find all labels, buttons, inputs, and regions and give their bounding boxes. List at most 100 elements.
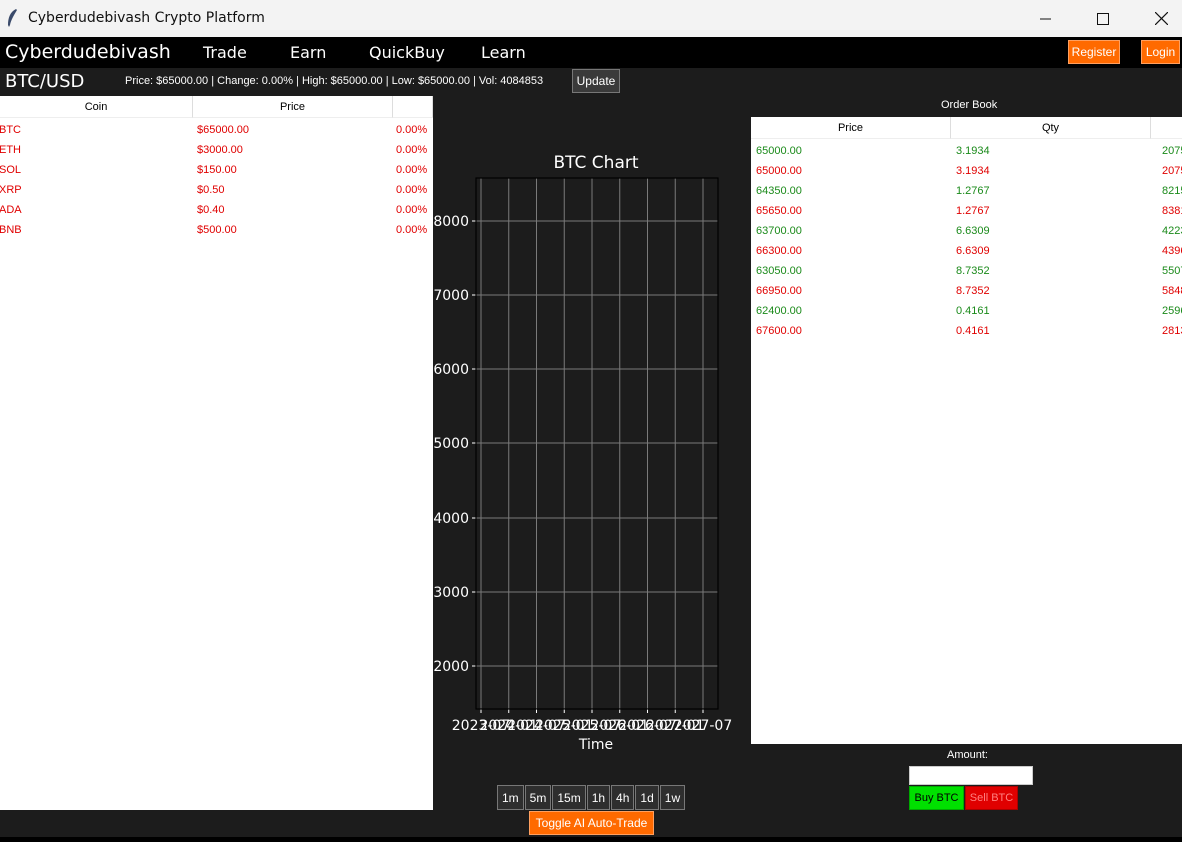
coin-row[interactable]: BTC $65000.00 0.00% (0, 120, 433, 140)
login-button[interactable]: Login (1141, 40, 1180, 64)
y-tick-label: 8000 (433, 214, 469, 230)
pair-bar: BTC/USD Price: $65000.00 | Change: 0.00%… (0, 68, 1182, 95)
coin-change: 0.00% (396, 204, 428, 216)
order-book-row[interactable]: 65000.00 3.1934 20757 (751, 161, 1182, 181)
coin-change: 0.00% (396, 224, 428, 236)
coin-row[interactable]: BNB $500.00 0.00% (0, 220, 433, 240)
ob-total: 58482 (1162, 285, 1182, 297)
price-stats: Price: $65000.00 | Change: 0.00% | High:… (125, 75, 544, 87)
order-book-title: Order Book (941, 99, 998, 111)
ob-total: 83812 (1162, 205, 1182, 217)
y-tick-label: 2000 (433, 659, 469, 675)
y-tick-label: 4000 (433, 511, 469, 527)
update-button[interactable]: Update (572, 69, 620, 93)
coin-row[interactable]: XRP $0.50 0.00% (0, 180, 433, 200)
ob-total: 20757 (1162, 145, 1182, 157)
amount-label: Amount: (947, 749, 988, 761)
ob-price: 65000.00 (756, 165, 802, 177)
window-title: Cyberdudebivash Crypto Platform (28, 10, 265, 26)
ob-price: 63050.00 (756, 265, 802, 277)
timeframe-bar: 1m 5m 15m 1h 4h 1d 1w (497, 785, 686, 810)
timeframe-15m[interactable]: 15m (552, 785, 586, 810)
y-tick-label: 3000 (433, 585, 469, 601)
ob-qty: 1.2767 (956, 185, 990, 197)
coin-change: 0.00% (396, 124, 428, 136)
bottom-strip (0, 837, 1182, 842)
minimize-button[interactable] (1023, 0, 1069, 37)
nav-trade[interactable]: Trade (203, 43, 247, 62)
ob-total: 82152 (1162, 185, 1182, 197)
coin-row[interactable]: ADA $0.40 0.00% (0, 200, 433, 220)
order-book-row[interactable]: 62400.00 0.4161 25966 (751, 301, 1182, 321)
top-nav: Cyberdudebivash Trade Earn QuickBuy Lear… (0, 37, 1182, 68)
coin-column-header[interactable]: Coin (0, 96, 193, 118)
coin-price: $0.50 (197, 184, 225, 196)
ob-qty-header[interactable]: Qty (951, 117, 1151, 139)
close-button[interactable] (1138, 0, 1182, 37)
price-column-header[interactable]: Price (193, 96, 393, 118)
ob-total: 20757 (1162, 165, 1182, 177)
coin-price: $0.40 (197, 204, 225, 216)
ob-price-header[interactable]: Price (751, 117, 951, 139)
coin-name: SOL (0, 164, 22, 176)
register-button[interactable]: Register (1068, 40, 1120, 64)
nav-earn[interactable]: Earn (290, 43, 326, 62)
coin-change: 0.00% (396, 144, 428, 156)
ob-price: 66300.00 (756, 245, 802, 257)
x-axis-label: Time (578, 737, 613, 753)
coin-price: $150.00 (197, 164, 237, 176)
order-book-row[interactable]: 63050.00 8.7352 55075 (751, 261, 1182, 281)
order-book-row[interactable]: 67600.00 0.4161 28130 (751, 321, 1182, 341)
coin-name: BTC (0, 124, 21, 136)
window-titlebar: Cyberdudebivash Crypto Platform (0, 0, 1182, 37)
ob-price: 62400.00 (756, 305, 802, 317)
sell-button[interactable]: Sell BTC (965, 786, 1018, 810)
order-book-row[interactable]: 66300.00 6.6309 43962 (751, 241, 1182, 261)
x-tick-label: 2027-07 (674, 718, 733, 734)
chart-title: BTC Chart (553, 153, 638, 173)
coin-row[interactable]: ETH $3000.00 0.00% (0, 140, 433, 160)
timeframe-1w[interactable]: 1w (659, 785, 686, 810)
maximize-button[interactable] (1080, 0, 1126, 37)
ob-total: 28130 (1162, 325, 1182, 337)
coin-table: Coin Price BTC $65000.00 0.00% ETH $3000.00 0… (0, 96, 433, 810)
ob-price: 64350.00 (756, 185, 802, 197)
timeframe-5m[interactable]: 5m (524, 785, 552, 810)
order-book-row[interactable]: 66950.00 8.7352 58482 (751, 281, 1182, 301)
coin-name: ETH (0, 144, 21, 156)
chart-svg: 80007000600050004000300020002023-072024-… (433, 153, 733, 753)
order-book-row[interactable]: 65650.00 1.2767 83812 (751, 201, 1182, 221)
coin-price: $500.00 (197, 224, 237, 236)
ob-qty: 3.1934 (956, 145, 990, 157)
nav-quickbuy[interactable]: QuickBuy (369, 43, 445, 62)
order-book-row[interactable]: 64350.00 1.2767 82152 (751, 181, 1182, 201)
timeframe-4h[interactable]: 4h (611, 785, 635, 810)
ob-qty: 0.4161 (956, 325, 990, 337)
amount-input[interactable] (909, 766, 1033, 785)
order-book-row[interactable]: 63700.00 6.6309 42238 (751, 221, 1182, 241)
order-book-row[interactable]: 65000.00 3.1934 20757 (751, 141, 1182, 161)
ob-price: 66950.00 (756, 285, 802, 297)
ob-qty: 0.4161 (956, 305, 990, 317)
buy-button[interactable]: Buy BTC (909, 786, 964, 810)
ob-total-header[interactable] (1151, 117, 1182, 139)
auto-trade-toggle[interactable]: Toggle AI Auto-Trade (529, 811, 654, 835)
timeframe-1d[interactable]: 1d (635, 785, 659, 810)
ob-qty: 6.6309 (956, 225, 990, 237)
brand-logo[interactable]: Cyberdudebivash (5, 41, 171, 63)
ob-price: 65000.00 (756, 145, 802, 157)
ob-price: 65650.00 (756, 205, 802, 217)
coin-row[interactable]: SOL $150.00 0.00% (0, 160, 433, 180)
ob-qty: 8.7352 (956, 285, 990, 297)
ob-qty: 8.7352 (956, 265, 990, 277)
change-column-header[interactable] (393, 96, 433, 118)
ob-total: 25966 (1162, 305, 1182, 317)
timeframe-1m[interactable]: 1m (497, 785, 524, 810)
ob-price: 63700.00 (756, 225, 802, 237)
coin-price: $3000.00 (197, 144, 243, 156)
price-chart: 8000 7000 6000 5000 4000 3000 2000 2023-07 2024-… (433, 96, 751, 786)
ob-qty: 3.1934 (956, 165, 990, 177)
nav-learn[interactable]: Learn (481, 43, 526, 62)
timeframe-1h[interactable]: 1h (586, 785, 611, 810)
ob-total: 55075 (1162, 265, 1182, 277)
